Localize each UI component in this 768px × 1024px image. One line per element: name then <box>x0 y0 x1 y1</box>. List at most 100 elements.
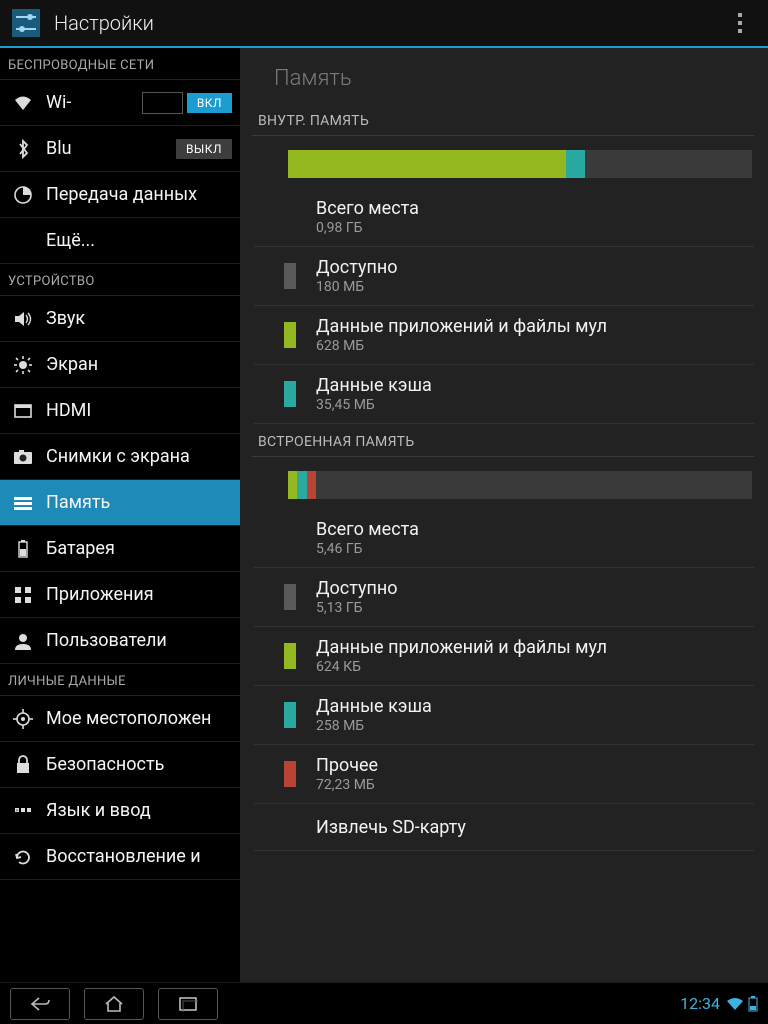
location-icon <box>10 706 36 732</box>
sidebar-item-screenshot[interactable]: Снимки с экрана <box>0 434 240 480</box>
storage-bar-segment <box>307 471 316 499</box>
sidebar-section-header: УСТРОЙСТВО <box>0 264 240 296</box>
storage-row[interactable]: Всего места0,98 ГБ <box>254 188 754 247</box>
sidebar-item-hdmi[interactable]: HDMI <box>0 388 240 434</box>
blank-icon <box>10 228 36 254</box>
sidebar-section-header: БЕСПРОВОДНЫЕ СЕТИ <box>0 48 240 80</box>
sidebar-item-label: Экран <box>46 354 232 375</box>
sidebar-item-label: Wi- <box>46 92 142 113</box>
sidebar-item-wifi[interactable]: Wi- ВКЛ <box>0 80 240 126</box>
sidebar-item-datausage[interactable]: Передача данных <box>0 172 240 218</box>
sidebar-item-sound[interactable]: Звук <box>0 296 240 342</box>
storage-row-title: Всего места <box>316 519 419 540</box>
display-icon <box>10 352 36 378</box>
wifi-icon <box>10 90 36 116</box>
storage-row[interactable]: Извлечь SD-карту <box>254 804 754 851</box>
storage-row-sub: 5,46 ГБ <box>316 541 419 557</box>
sidebar-item-label: HDMI <box>46 400 232 421</box>
storage-row-title: Данные приложений и файлы мул <box>316 637 607 658</box>
storage-row-title: Данные кэша <box>316 696 432 717</box>
status-icons <box>726 996 758 1012</box>
sidebar-item-display[interactable]: Экран <box>0 342 240 388</box>
storage-row-sub: 180 МБ <box>316 279 398 295</box>
back-button[interactable] <box>10 988 70 1020</box>
settings-icon <box>8 5 44 41</box>
sidebar-item-label: Звук <box>46 308 232 329</box>
system-navbar: 12:34 <box>0 982 768 1024</box>
color-swatch <box>284 263 296 289</box>
action-bar: Настройки <box>0 0 768 48</box>
sidebar-item-users[interactable]: Пользователи <box>0 618 240 664</box>
sidebar-item-storage[interactable]: Память <box>0 480 240 526</box>
recents-button[interactable] <box>158 988 218 1020</box>
storage-category-header: ВНУТР. ПАМЯТЬ <box>252 103 754 136</box>
sidebar-item-more[interactable]: Ещё... <box>0 218 240 264</box>
status-clock: 12:34 <box>680 994 720 1013</box>
apps-icon <box>10 582 36 608</box>
content-title: Память <box>246 48 768 103</box>
storage-row-title: Данные кэша <box>316 375 432 396</box>
storage-row[interactable]: Данные кэша258 МБ <box>254 686 754 745</box>
storage-row-sub: 5,13 ГБ <box>316 600 398 616</box>
storage-row-sub: 0,98 ГБ <box>316 220 419 236</box>
sidebar-item-label: Восстановление и <box>46 846 232 867</box>
color-swatch <box>284 702 296 728</box>
storage-row[interactable]: Данные приложений и файлы мул624 КБ <box>254 627 754 686</box>
toggle-wifi[interactable]: ВКЛ <box>187 93 232 113</box>
sidebar-item-bt[interactable]: BluВЫКЛ <box>0 126 240 172</box>
home-button[interactable] <box>84 988 144 1020</box>
sidebar-item-apps[interactable]: Приложения <box>0 572 240 618</box>
toggle-bt[interactable]: ВЫКЛ <box>176 139 232 159</box>
storage-category-header: ВСТРОЕННАЯ ПАМЯТЬ <box>252 424 754 457</box>
storage-bar-segment <box>288 471 297 499</box>
svg-text:A: A <box>16 807 19 812</box>
storage-row[interactable]: Данные кэша35,45 МБ <box>254 365 754 424</box>
overflow-menu-button[interactable] <box>720 3 760 43</box>
storage-bar-segment <box>288 150 566 178</box>
storage-row-title: Всего места <box>316 198 419 219</box>
sound-icon <box>10 306 36 332</box>
language-icon: A <box>10 798 36 824</box>
lock-icon <box>10 752 36 778</box>
content-pane: Память ВНУТР. ПАМЯТЬВсего места0,98 ГБДо… <box>240 48 768 982</box>
sidebar-item-battery[interactable]: Батарея <box>0 526 240 572</box>
storage-row-sub: 624 КБ <box>316 659 607 675</box>
sidebar-item-label: Передача данных <box>46 184 232 205</box>
storage-row[interactable]: Доступно5,13 ГБ <box>254 568 754 627</box>
sidebar-item-label: Ещё... <box>46 230 232 251</box>
camera-icon <box>10 444 36 470</box>
storage-row-sub: 628 МБ <box>316 338 607 354</box>
sidebar-item-label: Приложения <box>46 584 232 605</box>
storage-bar <box>288 150 752 178</box>
storage-row[interactable]: Всего места5,46 ГБ <box>254 509 754 568</box>
color-swatch <box>284 381 296 407</box>
sidebar-item-security[interactable]: Безопасность <box>0 742 240 788</box>
sidebar-item-language[interactable]: A Язык и ввод <box>0 788 240 834</box>
color-swatch <box>284 322 296 348</box>
storage-row-sub: 35,45 МБ <box>316 397 432 413</box>
sidebar-item-label: Язык и ввод <box>46 800 232 821</box>
battery-icon <box>10 536 36 562</box>
sidebar-section-header: ЛИЧНЫЕ ДАННЫЕ <box>0 664 240 696</box>
toggle-track <box>142 92 182 114</box>
storage-bar <box>288 471 752 499</box>
storage-row-title: Данные приложений и файлы мул <box>316 316 607 337</box>
sidebar-item-label: Мое местоположен <box>46 708 232 729</box>
data-icon <box>10 182 36 208</box>
storage-bar-segment <box>566 150 585 178</box>
sidebar-item-label: Blu <box>46 138 176 159</box>
color-swatch <box>284 761 296 787</box>
sidebar-item-label: Батарея <box>46 538 232 559</box>
wifi-status-icon <box>726 997 744 1011</box>
sidebar-item-location[interactable]: Мое местоположен <box>0 696 240 742</box>
page-title: Настройки <box>54 11 154 35</box>
sidebar-item-backup[interactable]: Восстановление и <box>0 834 240 880</box>
sidebar-item-label: Память <box>46 492 232 513</box>
backup-icon <box>10 844 36 870</box>
storage-row[interactable]: Доступно180 МБ <box>254 247 754 306</box>
battery-status-icon <box>748 996 758 1012</box>
storage-bar-segment <box>297 471 306 499</box>
settings-sidebar: БЕСПРОВОДНЫЕ СЕТИWi- ВКЛBluВЫКЛПередача … <box>0 48 240 982</box>
storage-row[interactable]: Данные приложений и файлы мул628 МБ <box>254 306 754 365</box>
storage-row[interactable]: Прочее72,23 МБ <box>254 745 754 804</box>
